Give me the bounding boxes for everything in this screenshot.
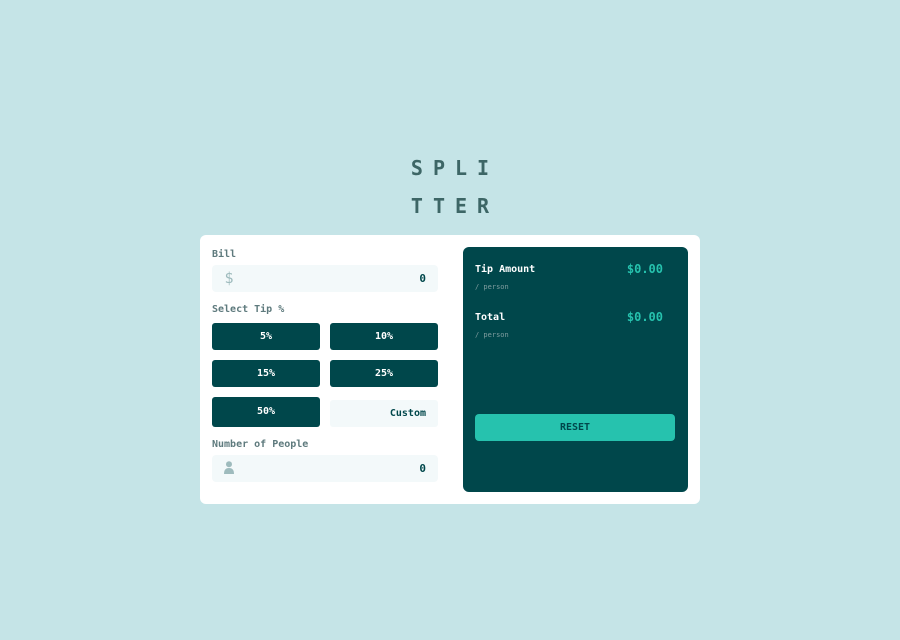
logo-line-2: TTER bbox=[410, 194, 500, 218]
people-input[interactable]: 0 bbox=[212, 455, 438, 482]
results-panel: Tip Amount / person $0.00 Total / person… bbox=[463, 247, 688, 492]
tip-button-10[interactable]: 10% bbox=[330, 323, 438, 350]
tip-button-25[interactable]: 25% bbox=[330, 360, 438, 387]
custom-tip-input[interactable]: Custom bbox=[330, 400, 438, 427]
people-label: Number of People bbox=[212, 439, 309, 450]
total-per-person: / person bbox=[475, 331, 509, 339]
total-label: Total bbox=[475, 312, 506, 323]
logo-line-1: SPLI bbox=[410, 156, 500, 180]
tip-button-50[interactable]: 50% bbox=[212, 397, 320, 427]
bill-value: 0 bbox=[419, 272, 426, 285]
bill-label: Bill bbox=[212, 249, 237, 260]
person-icon bbox=[222, 460, 236, 477]
people-value: 0 bbox=[419, 462, 426, 475]
calculator-card: Bill $ 0 Select Tip % 5% 10% 15% 25% 50%… bbox=[200, 235, 700, 504]
bill-input[interactable]: $ 0 bbox=[212, 265, 438, 292]
total-value: $0.00 bbox=[626, 310, 663, 324]
tip-amount-per-person: / person bbox=[475, 283, 509, 291]
tip-amount-value: $0.00 bbox=[626, 262, 663, 276]
tip-button-5[interactable]: 5% bbox=[212, 323, 320, 350]
tip-amount-label: Tip Amount bbox=[475, 264, 536, 275]
select-tip-label: Select Tip % bbox=[212, 304, 285, 315]
dollar-icon: $ bbox=[224, 269, 234, 287]
reset-button[interactable]: RESET bbox=[475, 414, 675, 441]
app-logo: SPLI TTER bbox=[0, 149, 900, 225]
tip-button-15[interactable]: 15% bbox=[212, 360, 320, 387]
